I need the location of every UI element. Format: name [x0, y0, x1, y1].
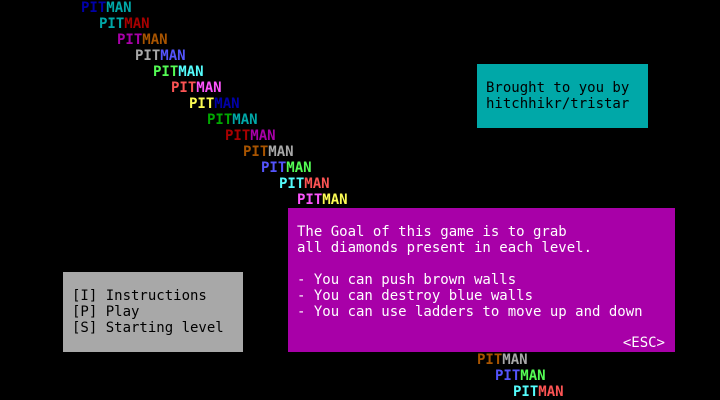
logo-man: MAN — [196, 80, 222, 96]
logo-row: PITMAN — [243, 144, 294, 160]
logo-man: MAN — [232, 112, 258, 128]
logo-row: PITMAN — [135, 48, 186, 64]
logo-man: MAN — [286, 160, 312, 176]
instructions-panel: The Goal of this game is to grab all dia… — [288, 208, 675, 352]
logo-row: PITMAN — [477, 352, 528, 368]
logo-pit: PIT — [81, 0, 107, 16]
logo-pit: PIT — [477, 352, 503, 368]
credits-line-2: hitchhikr/tristar — [486, 96, 630, 112]
logo-row: PITMAN — [207, 112, 258, 128]
logo-pit: PIT — [261, 160, 287, 176]
logo-row: PITMAN — [225, 128, 276, 144]
credits-panel: Brought to you by hitchhikr/tristar — [477, 64, 648, 128]
logo-pit: PIT — [279, 176, 305, 192]
logo-man: MAN — [250, 128, 276, 144]
logo-pit: PIT — [117, 32, 143, 48]
esc-close-button[interactable]: <ESC> — [623, 335, 665, 351]
logo-pit: PIT — [153, 64, 179, 80]
logo-man: MAN — [520, 368, 546, 384]
goal-bullet-destroy: - You can destroy blue walls — [297, 288, 534, 304]
logo-pit: PIT — [99, 16, 125, 32]
logo-man: MAN — [124, 16, 150, 32]
goal-bullet-push: - You can push brown walls — [297, 272, 517, 288]
credits-line-1: Brought to you by — [486, 80, 630, 96]
logo-row: PITMAN — [261, 160, 312, 176]
logo-row: PITMAN — [171, 80, 222, 96]
logo-man: MAN — [214, 96, 240, 112]
logo-row: PITMAN — [279, 176, 330, 192]
logo-pit: PIT — [225, 128, 251, 144]
logo-row: PITMAN — [153, 64, 204, 80]
logo-man: MAN — [502, 352, 528, 368]
logo-row: PITMAN — [495, 368, 546, 384]
logo-pit: PIT — [243, 144, 269, 160]
logo-man: MAN — [322, 192, 348, 208]
logo-man: MAN — [268, 144, 294, 160]
logo-pit: PIT — [297, 192, 323, 208]
logo-pit: PIT — [495, 368, 521, 384]
logo-pit: PIT — [207, 112, 233, 128]
logo-row: PITMAN — [297, 192, 348, 208]
logo-man: MAN — [160, 48, 186, 64]
menu-item-play[interactable]: [P] Play — [72, 304, 139, 320]
logo-pit: PIT — [135, 48, 161, 64]
logo-man: MAN — [178, 64, 204, 80]
logo-man: MAN — [304, 176, 330, 192]
logo-row: PITMAN — [117, 32, 168, 48]
main-menu: [I] Instructions [P] Play [S] Starting l… — [63, 272, 243, 352]
logo-row: PITMAN — [99, 16, 150, 32]
goal-line-2: all diamonds present in each level. — [297, 240, 593, 256]
menu-item-starting-level[interactable]: [S] Starting level — [72, 320, 224, 336]
logo-pit: PIT — [189, 96, 215, 112]
menu-item-instructions[interactable]: [I] Instructions — [72, 288, 207, 304]
logo-pit: PIT — [171, 80, 197, 96]
logo-man: MAN — [538, 384, 564, 400]
logo-man: MAN — [142, 32, 168, 48]
goal-bullet-ladders: - You can use ladders to move up and dow… — [297, 304, 643, 320]
logo-pit: PIT — [513, 384, 539, 400]
goal-line-1: The Goal of this game is to grab — [297, 224, 567, 240]
logo-row: PITMAN — [189, 96, 240, 112]
logo-row: PITMAN — [81, 0, 132, 16]
logo-row: PITMAN — [513, 384, 564, 400]
logo-man: MAN — [106, 0, 132, 16]
